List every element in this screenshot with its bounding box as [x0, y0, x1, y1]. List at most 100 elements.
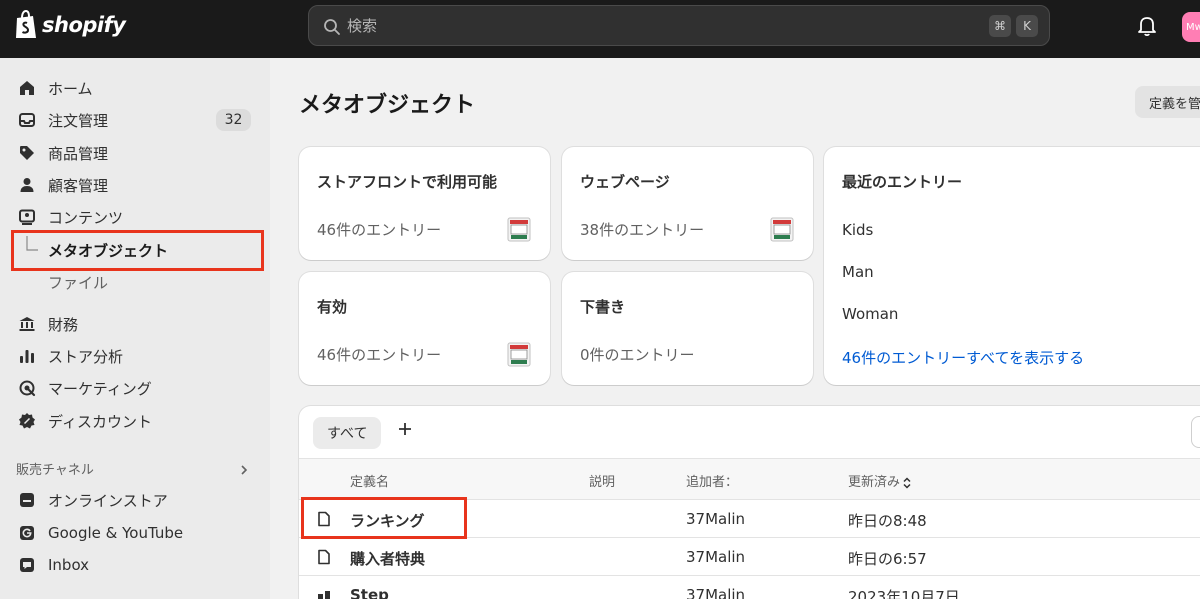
- card-title: 最近のエントリー: [842, 173, 963, 191]
- page-title: メタオブジェクト: [299, 93, 476, 118]
- sidebar-item-customers[interactable]: 顧客管理: [0, 169, 270, 201]
- search-bar[interactable]: ⌘ K: [308, 5, 1050, 46]
- header-updated-label: 更新済み: [848, 475, 901, 490]
- sort-icon: [903, 476, 911, 489]
- sidebar-item-label: 商品管理: [48, 144, 109, 163]
- definition-updated: 昨日の8:48: [848, 512, 927, 530]
- filter-sort-button[interactable]: [1191, 416, 1200, 448]
- sidebar-item-home[interactable]: ホーム: [0, 72, 270, 104]
- card-count: 38件のエントリー: [580, 221, 705, 239]
- sidebar-item-label: ホーム: [48, 79, 93, 98]
- sidebar-item-label: Inbox: [48, 556, 90, 574]
- search-input[interactable]: [347, 6, 947, 45]
- sidebar-item-label: ディスカウント: [48, 412, 152, 431]
- sales-channels-heading: 販売チャネル: [16, 463, 94, 478]
- card-storefront-available[interactable]: ストアフロントで利用可能 46件のエントリー: [299, 147, 550, 260]
- sidebar-item-label: ファイル: [48, 273, 109, 292]
- discount-icon: [19, 413, 35, 429]
- definition-added-by: 37Malin: [686, 548, 746, 566]
- table-header: 定義名 説明 追加者： 更新済み: [299, 458, 1200, 500]
- definition-name[interactable]: Step: [350, 586, 389, 599]
- sidebar-item-online-store[interactable]: オンラインストア: [0, 484, 270, 516]
- sidebar-item-label: マーケティング: [48, 379, 152, 398]
- card-active[interactable]: 有効 46件のエントリー: [299, 272, 550, 385]
- card-title: 下書き: [580, 298, 626, 316]
- sidebar-item-label: オンラインストア: [48, 491, 168, 510]
- sidebar-item-orders[interactable]: 注文管理 32: [0, 104, 270, 136]
- card-title: ウェブページ: [580, 173, 670, 191]
- sidebar-item-marketing[interactable]: マーケティング: [0, 372, 270, 404]
- shopify-bag-icon: [16, 10, 36, 38]
- sidebar-item-products[interactable]: 商品管理: [0, 137, 270, 169]
- recent-entry-link[interactable]: Woman: [842, 305, 898, 323]
- sidebar-item-files[interactable]: ファイル: [0, 266, 270, 298]
- webpage-icon: [770, 217, 794, 242]
- sidebar-item-inbox[interactable]: Inbox: [0, 549, 270, 581]
- page-icon: [318, 549, 330, 565]
- inbox-icon: [19, 113, 35, 127]
- tag-icon: [20, 146, 34, 160]
- sidebar-item-finance[interactable]: 財務: [0, 308, 270, 340]
- home-icon: [20, 81, 34, 95]
- manage-definitions-button[interactable]: 定義を管: [1135, 86, 1200, 118]
- table-row[interactable]: Step 37Malin 2023年10月7日: [299, 576, 1200, 599]
- card-count: 46件のエントリー: [317, 221, 442, 239]
- card-count: 46件のエントリー: [317, 346, 442, 364]
- card-draft[interactable]: 下書き 0件のエントリー: [562, 272, 813, 385]
- definition-added-by: 37Malin: [686, 510, 746, 528]
- bank-icon: [19, 317, 35, 331]
- inbox-app-icon: [20, 558, 34, 572]
- highlight-box-ranking: [301, 497, 467, 539]
- shortcut-k-key: K: [1016, 15, 1038, 37]
- view-all-entries-link[interactable]: 46件のエントリーすべてを表示する: [842, 347, 1084, 368]
- shopify-logo[interactable]: shopify: [14, 10, 126, 40]
- notification-bell-icon[interactable]: [1136, 14, 1158, 38]
- definition-updated: 昨日の6:57: [848, 550, 927, 568]
- header-updated[interactable]: 更新済み: [848, 471, 912, 490]
- table-row[interactable]: 購入者特典 37Malin 昨日の6:57: [299, 538, 1200, 576]
- plus-icon[interactable]: [396, 420, 414, 438]
- sidebar-item-google-youtube[interactable]: Google & YouTube: [0, 517, 270, 549]
- sidebar-item-label: Google & YouTube: [48, 524, 184, 542]
- sidebar-item-content[interactable]: コンテンツ: [0, 201, 270, 233]
- sidebar: ホーム 注文管理 32 商品管理 顧客管理 コンテンツ メタオブジェクト ファイ…: [0, 58, 270, 599]
- card-title: 有効: [317, 298, 348, 316]
- recent-entry-link[interactable]: Man: [842, 263, 874, 281]
- sidebar-item-label: 財務: [48, 315, 79, 334]
- content-icon: [19, 209, 35, 225]
- recent-entry-link[interactable]: Kids: [842, 221, 873, 239]
- active-icon: [507, 342, 531, 367]
- google-icon: [20, 526, 34, 540]
- card-title: ストアフロントで利用可能: [317, 173, 498, 191]
- definition-added-by: 37Malin: [686, 586, 746, 599]
- person-icon: [20, 178, 34, 192]
- sidebar-item-label: ストア分析: [48, 347, 124, 366]
- card-webpage[interactable]: ウェブページ 38件のエントリー: [562, 147, 813, 260]
- store-icon: [20, 493, 34, 507]
- storefront-icon: [507, 217, 531, 242]
- sidebar-item-label: 顧客管理: [48, 176, 109, 195]
- header-description: 説明: [589, 475, 616, 490]
- definition-name[interactable]: 購入者特典: [350, 548, 425, 569]
- sidebar-item-discounts[interactable]: ディスカウント: [0, 405, 270, 437]
- header-added-by[interactable]: 追加者：: [686, 471, 738, 490]
- avatar[interactable]: Mw: [1182, 12, 1200, 42]
- shortcut-cmd-key: ⌘: [989, 15, 1011, 37]
- logo-text: shopify: [42, 13, 126, 37]
- bar-chart-icon: [20, 350, 34, 363]
- tab-all[interactable]: すべて: [313, 417, 382, 449]
- blocks-icon: [318, 591, 330, 599]
- orders-count-badge: 32: [216, 109, 251, 131]
- header-name[interactable]: 定義名: [350, 471, 389, 490]
- card-recent-entries: 最近のエントリー Kids Man Woman 46件のエントリーすべてを表示す…: [824, 147, 1200, 385]
- target-icon: [19, 380, 36, 397]
- chevron-right-icon[interactable]: [238, 464, 250, 476]
- definition-updated: 2023年10月7日: [848, 588, 960, 599]
- top-bar: shopify ⌘ K Mw: [0, 0, 1200, 58]
- sidebar-item-label: 注文管理: [48, 111, 109, 130]
- search-icon: [324, 19, 340, 35]
- sidebar-item-analytics[interactable]: ストア分析: [0, 340, 270, 372]
- highlight-box-metaobjects: [11, 230, 264, 271]
- sidebar-item-label: コンテンツ: [48, 208, 124, 227]
- card-count: 0件のエントリー: [580, 346, 695, 364]
